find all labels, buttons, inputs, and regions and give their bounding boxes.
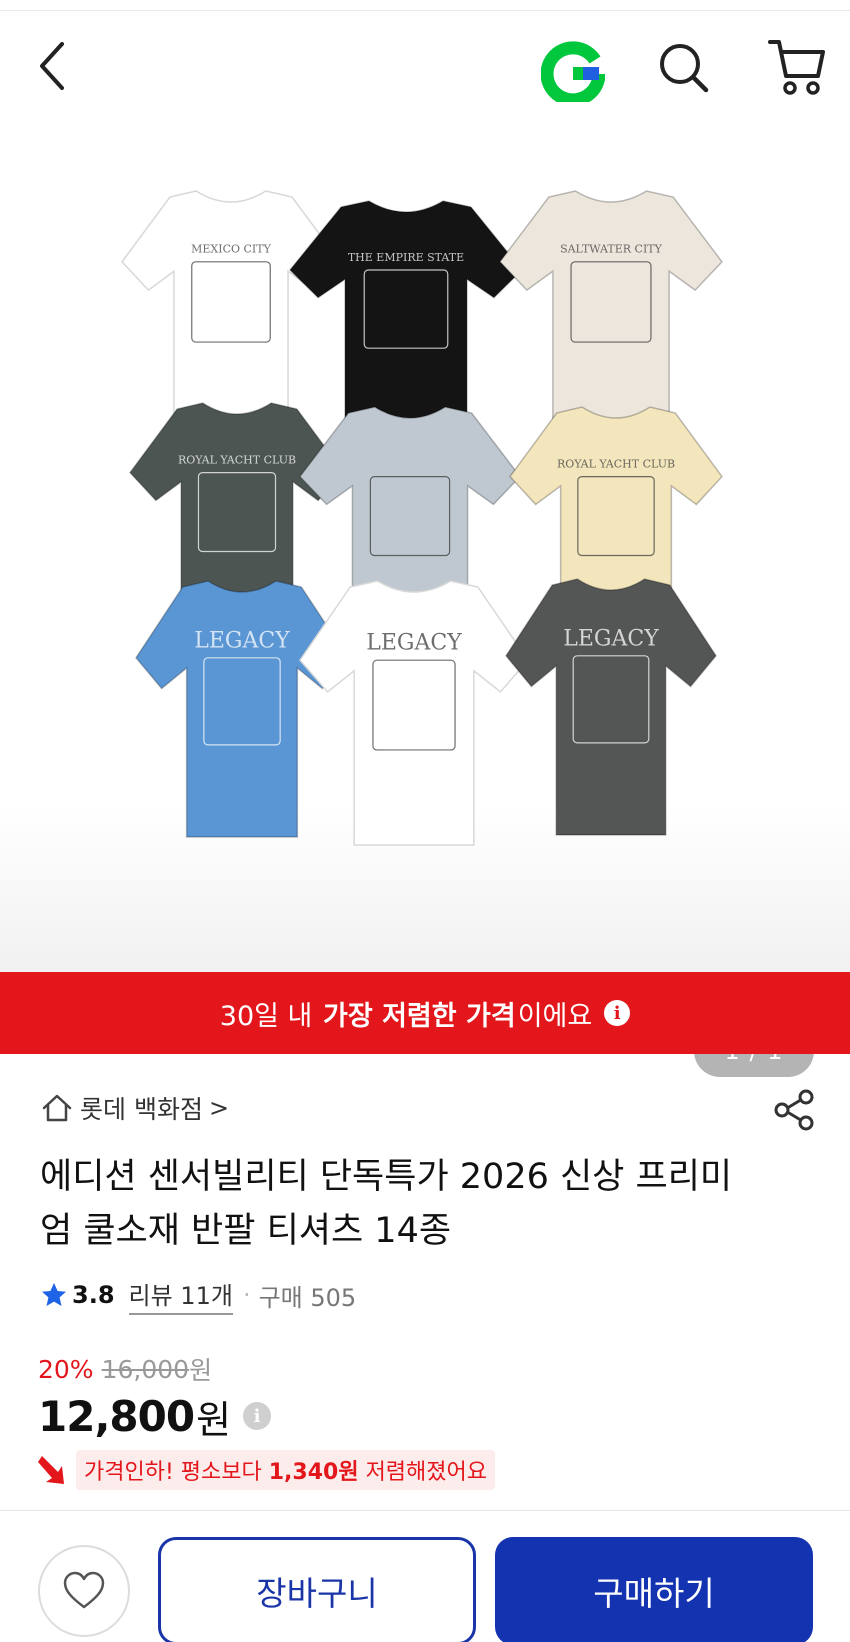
- share-button[interactable]: [772, 1088, 816, 1132]
- separator-dot: ·: [242, 1281, 251, 1309]
- price-drop-prefix: 가격인하! 평소보다: [84, 1460, 262, 1485]
- sale-price: 12,800: [38, 1391, 195, 1441]
- rating-row: 3.8 리뷰 11개 · 구매 505: [40, 1275, 356, 1315]
- discount-row: 20% 16,000 원: [38, 1352, 212, 1386]
- product-image: MEXICO CITY THE EMPIRE STATE SALTWATER CIT…: [0, 145, 850, 972]
- home-icon: [42, 1094, 72, 1122]
- back-button[interactable]: [34, 38, 74, 94]
- wishlist-button[interactable]: [38, 1545, 130, 1637]
- gmarket-logo-button[interactable]: [540, 38, 606, 107]
- rating-score: 3.8: [72, 1281, 115, 1309]
- tshirt-print-text: MEXICO CITY: [191, 242, 271, 255]
- star-icon: [42, 1283, 66, 1306]
- price-drop-amount: 1,340원: [268, 1460, 359, 1485]
- product-image-gallery[interactable]: MEXICO CITY THE EMPIRE STATE SALTWATER CIT…: [0, 145, 850, 1077]
- store-link[interactable]: 롯데 백화점 >: [40, 1090, 229, 1126]
- chevron-left-icon: [40, 42, 64, 90]
- purchase-count: 구매 505: [258, 1283, 357, 1312]
- tshirt-print-text: THE EMPIRE STATE: [348, 251, 464, 264]
- buy-now-button[interactable]: 구매하기: [495, 1537, 813, 1642]
- price-row: 12,800 원 i: [38, 1388, 272, 1444]
- tshirt-print-text: LEGACY: [194, 629, 290, 654]
- lowest-price-banner[interactable]: 30일 내 가장 저렴한 가격 이에요 i: [0, 972, 850, 1054]
- chevron-right-icon: >: [208, 1094, 230, 1122]
- bottom-action-bar: 장바구니 구매하기: [0, 1510, 850, 1642]
- price-drop-text: 가격인하! 평소보다 1,340원 저렴해졌어요: [76, 1450, 496, 1490]
- banner-suffix: 이에요: [517, 1000, 593, 1032]
- cart-icon: [768, 40, 825, 95]
- tshirt-print-text: ROYAL YACHT CLUB: [178, 453, 296, 466]
- sale-price-unit: 원: [196, 1397, 232, 1442]
- top-divider: [0, 10, 850, 11]
- g-logo-icon: [540, 41, 606, 107]
- cart-button[interactable]: [766, 36, 828, 98]
- original-price-unit: 원: [189, 1356, 213, 1385]
- tshirt-print-text: LEGACY: [563, 627, 659, 652]
- price-down-arrow-icon: [38, 1456, 64, 1484]
- heart-icon: [63, 1571, 105, 1609]
- tshirt-print-text: ROYAL YACHT CLUB: [557, 457, 675, 470]
- store-name: 롯데 백화점: [80, 1095, 203, 1124]
- share-icon: [774, 1089, 814, 1131]
- banner-prefix: 30일 내: [219, 1000, 313, 1032]
- original-price: 16,000: [101, 1354, 190, 1384]
- info-icon[interactable]: i: [604, 1000, 631, 1026]
- search-button[interactable]: [656, 40, 712, 96]
- search-icon: [660, 44, 709, 93]
- price-info-icon[interactable]: i: [243, 1402, 272, 1430]
- tshirt-print-text: SALTWATER CITY: [560, 242, 663, 255]
- app-header: [0, 0, 850, 145]
- banner-highlight: 가장 저렴한 가격: [323, 1000, 516, 1032]
- add-to-cart-button[interactable]: 장바구니: [158, 1537, 476, 1642]
- product-title: 에디션 센서빌리티 단독특가 2026 신상 프리미엄 쿨소재 반팔 티셔츠 1…: [40, 1157, 733, 1251]
- price-drop-notice: 가격인하! 평소보다 1,340원 저렴해졌어요: [36, 1450, 496, 1490]
- review-count-link[interactable]: 리뷰 11개: [128, 1276, 233, 1315]
- discount-percent: 20%: [38, 1354, 94, 1384]
- tshirt-print-text: LEGACY: [366, 631, 462, 656]
- price-drop-suffix: 저렴해졌어요: [365, 1460, 488, 1485]
